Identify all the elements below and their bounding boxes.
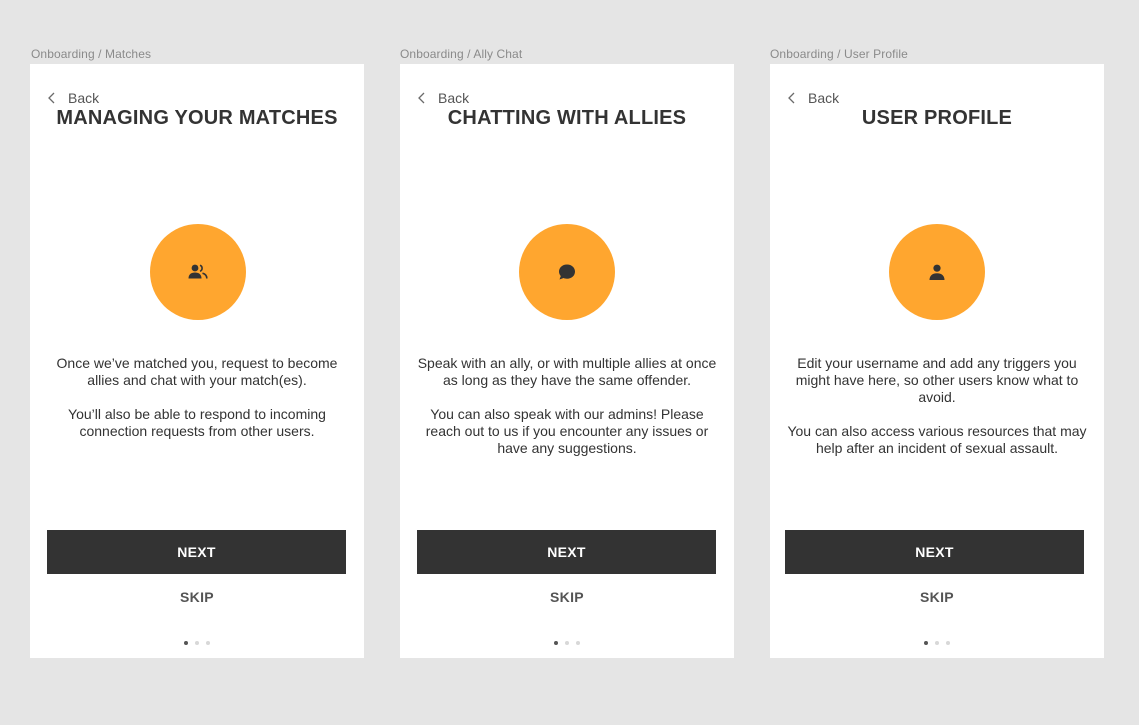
pagination-dot-3[interactable] — [206, 641, 210, 645]
back-button[interactable]: Back — [786, 89, 839, 107]
feature-icon-circle — [150, 224, 246, 320]
chevron-left-icon — [786, 91, 798, 105]
pagination-dot-1[interactable] — [184, 641, 188, 645]
screen-title: CHATTING WITH ALLIES — [447, 107, 687, 129]
description-paragraph: Once we’ve matched you, request to becom… — [56, 355, 338, 388]
user-icon — [928, 263, 946, 281]
chevron-left-icon — [416, 91, 428, 105]
chevron-left-icon — [46, 91, 58, 105]
back-label: Back — [808, 90, 840, 106]
skip-button[interactable]: SKIP — [400, 589, 734, 605]
pagination-dots — [400, 641, 734, 645]
pagination-dots — [30, 641, 364, 645]
back-label: Back — [438, 90, 470, 106]
feature-icon-circle — [889, 224, 985, 320]
feature-icon-circle — [519, 224, 615, 320]
pagination-dot-1[interactable] — [924, 641, 928, 645]
description-paragraph: You can also access various resources th… — [787, 423, 1087, 456]
chat-bubble-icon — [557, 262, 577, 282]
next-button[interactable]: NEXT — [417, 530, 716, 574]
description-text: Edit your username and add any triggers … — [782, 355, 1092, 474]
next-button[interactable]: NEXT — [785, 530, 1084, 574]
back-label: Back — [68, 90, 100, 106]
pagination-dot-2[interactable] — [195, 641, 199, 645]
frame-label-ally-chat: Onboarding / Ally Chat — [400, 47, 523, 61]
description-paragraph: You can also speak with our admins! Plea… — [425, 406, 709, 456]
frame-label-matches: Onboarding / Matches — [31, 47, 152, 61]
users-icon — [187, 263, 209, 281]
screen-title: USER PROFILE — [861, 107, 1013, 129]
description-text: Once we’ve matched you, request to becom… — [42, 355, 352, 457]
next-button[interactable]: NEXT — [47, 530, 346, 574]
pagination-dot-3[interactable] — [576, 641, 580, 645]
pagination-dot-2[interactable] — [935, 641, 939, 645]
skip-button[interactable]: SKIP — [770, 589, 1104, 605]
description-text: Speak with an ally, or with multiple all… — [412, 355, 722, 474]
pagination-dot-1[interactable] — [554, 641, 558, 645]
skip-button[interactable]: SKIP — [30, 589, 364, 605]
description-paragraph: Speak with an ally, or with multiple all… — [417, 355, 717, 388]
back-button[interactable]: Back — [46, 89, 99, 107]
description-paragraph: Edit your username and add any triggers … — [795, 355, 1079, 405]
back-button[interactable]: Back — [416, 89, 469, 107]
pagination-dots — [770, 641, 1104, 645]
description-paragraph: You’ll also be able to respond to incomi… — [68, 406, 326, 439]
screen-title: MANAGING YOUR MATCHES — [56, 107, 338, 129]
pagination-dot-3[interactable] — [946, 641, 950, 645]
pagination-dot-2[interactable] — [565, 641, 569, 645]
frame-label-user-profile: Onboarding / User Profile — [770, 47, 908, 61]
